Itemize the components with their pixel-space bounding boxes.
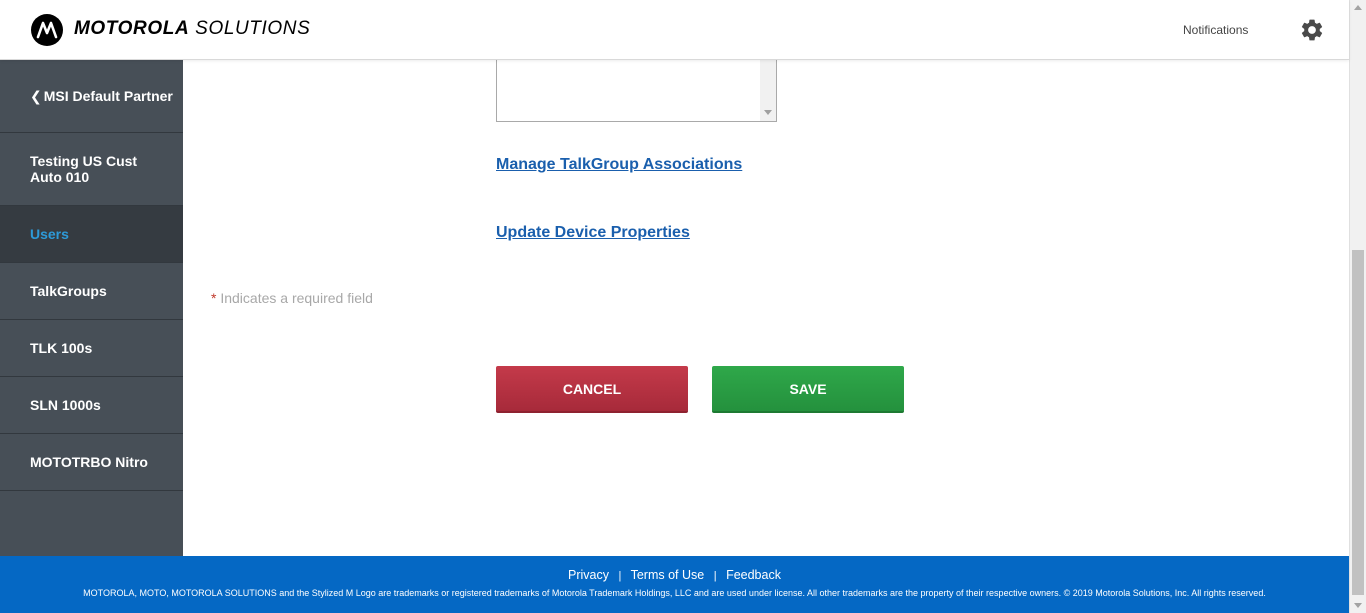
scroll-up-arrow-icon[interactable] bbox=[1354, 5, 1362, 10]
required-note-text: Indicates a required field bbox=[220, 290, 373, 306]
gear-icon[interactable] bbox=[1299, 17, 1325, 43]
notifications-link[interactable]: Notifications bbox=[1183, 23, 1248, 37]
save-button[interactable]: SAVE bbox=[712, 366, 904, 413]
sidebar-item-label: TLK 100s bbox=[30, 340, 93, 356]
footer-legal-text: MOTOROLA, MOTO, MOTOROLA SOLUTIONS and t… bbox=[83, 588, 1266, 598]
sidebar-item-label: Users bbox=[30, 226, 69, 242]
textarea-scrollbar[interactable] bbox=[760, 60, 776, 121]
scroll-down-arrow-icon[interactable] bbox=[1354, 603, 1362, 608]
motorola-logo-icon[interactable] bbox=[31, 14, 63, 46]
privacy-link[interactable]: Privacy bbox=[568, 568, 609, 582]
update-device-properties-link[interactable]: Update Device Properties bbox=[496, 224, 690, 242]
sidebar-item-label: SLN 1000s bbox=[30, 397, 101, 413]
sidebar-item-mototrbo-nitro[interactable]: MOTOTRBO Nitro bbox=[0, 434, 183, 491]
notes-textarea[interactable] bbox=[496, 60, 777, 122]
top-header: MOTOROLA SOLUTIONS Notifications bbox=[0, 0, 1349, 60]
brand-bold: MOTOROLA bbox=[74, 18, 190, 39]
sidebar-item-talkgroups[interactable]: TalkGroups bbox=[0, 263, 183, 320]
feedback-link[interactable]: Feedback bbox=[726, 568, 781, 582]
footer-links: Privacy | Terms of Use | Feedback bbox=[0, 568, 1349, 582]
page-scrollbar[interactable] bbox=[1349, 0, 1366, 613]
sidebar-item-tlk-100s[interactable]: TLK 100s bbox=[0, 320, 183, 377]
required-field-note: * Indicates a required field bbox=[211, 290, 373, 306]
footer-separator: | bbox=[713, 570, 717, 582]
required-asterisk: * bbox=[211, 290, 217, 306]
sidebar-item-partner[interactable]: ❮ MSI Default Partner bbox=[0, 60, 183, 133]
brand-light: SOLUTIONS bbox=[195, 18, 311, 39]
sidebar-item-label: TalkGroups bbox=[30, 283, 107, 299]
brand-wordmark: MOTOROLA SOLUTIONS bbox=[74, 18, 310, 40]
scroll-down-arrow-icon[interactable] bbox=[764, 110, 772, 115]
sidebar-nav: ❮ MSI Default Partner Testing US Cust Aut… bbox=[0, 60, 183, 556]
sidebar-item-sln-1000s[interactable]: SLN 1000s bbox=[0, 377, 183, 434]
page-footer: Privacy | Terms of Use | Feedback MOTORO… bbox=[0, 556, 1349, 613]
sidebar-item-users[interactable]: Users bbox=[0, 206, 183, 263]
cancel-button[interactable]: CANCEL bbox=[496, 366, 688, 413]
sidebar-item-label: MOTOTRBO Nitro bbox=[30, 454, 148, 470]
sidebar-item-customer[interactable]: Testing US Cust Auto 010 bbox=[0, 133, 183, 206]
scrollbar-thumb[interactable] bbox=[1352, 250, 1364, 595]
chevron-left-icon: ❮ bbox=[30, 88, 42, 104]
footer-separator: | bbox=[618, 570, 622, 582]
sidebar-item-label: Testing US Cust Auto 010 bbox=[30, 153, 138, 185]
sidebar-item-label: MSI Default Partner bbox=[43, 88, 173, 104]
manage-talkgroup-associations-link[interactable]: Manage TalkGroup Associations bbox=[496, 156, 742, 174]
terms-of-use-link[interactable]: Terms of Use bbox=[631, 568, 705, 582]
